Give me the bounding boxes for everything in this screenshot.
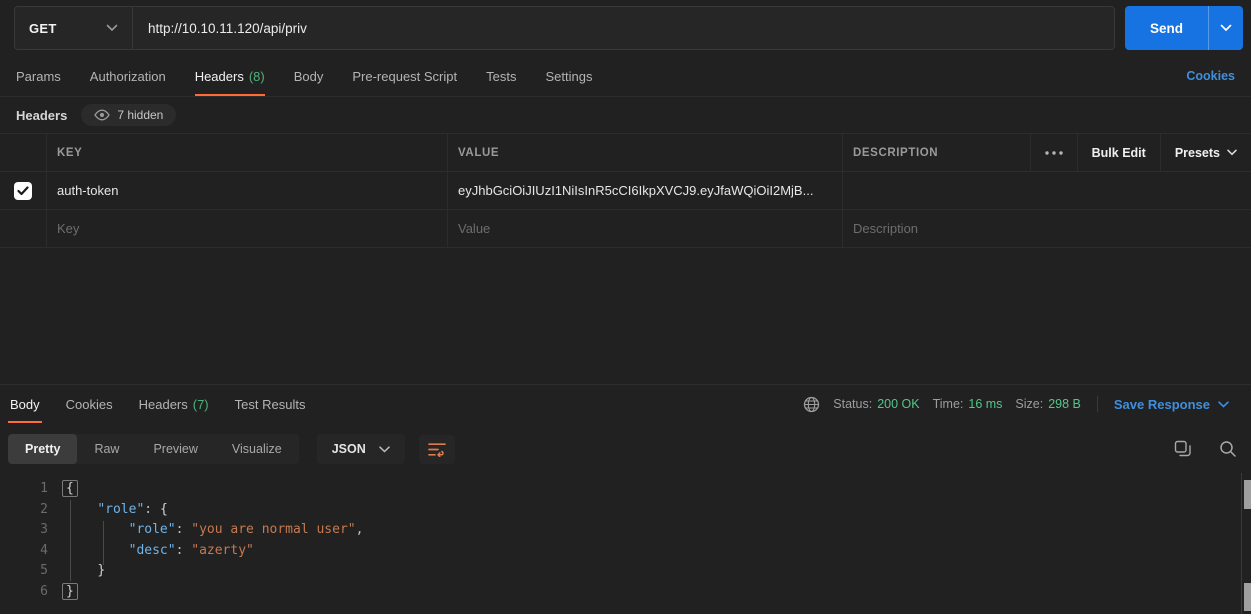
code-line: 3 "role": "you are normal user", <box>0 520 1251 541</box>
view-preview[interactable]: Preview <box>136 434 214 464</box>
copy-icon[interactable] <box>1174 440 1192 458</box>
method-label: GET <box>29 21 57 36</box>
scrollbar-track[interactable] <box>1241 473 1251 614</box>
select-all-cell <box>0 134 47 171</box>
url-box: GET http://10.10.11.120/api/priv <box>14 6 1115 50</box>
value-input[interactable]: Value <box>448 210 843 247</box>
column-key: KEY <box>47 134 448 171</box>
wrap-text-button[interactable] <box>419 435 455 464</box>
scrollbar-thumb[interactable] <box>1244 480 1251 509</box>
tab-params[interactable]: Params <box>16 56 61 96</box>
table-placeholder-row: Key Value Description <box>0 210 1251 248</box>
save-response-button[interactable]: Save Response <box>1114 397 1229 412</box>
table-header-row: KEY VALUE DESCRIPTION Bulk Edit Presets <box>0 134 1251 172</box>
header-description-cell[interactable] <box>843 172 1251 209</box>
fold-guide-line <box>70 500 71 581</box>
chevron-down-icon <box>106 24 118 32</box>
line-number: 4 <box>0 541 66 562</box>
response-tab-headers[interactable]: Headers (7) <box>137 385 211 423</box>
description-input[interactable]: Description <box>843 210 1251 247</box>
response-code: 1{2 "role": {3 "role": "you are normal u… <box>0 479 1251 602</box>
code-line: 6} <box>0 582 1251 603</box>
row-checkbox[interactable] <box>14 182 32 200</box>
key-input[interactable]: Key <box>47 210 448 247</box>
tab-pre-request-script[interactable]: Pre-request Script <box>352 56 457 96</box>
response-tab-cookies[interactable]: Cookies <box>64 385 115 423</box>
response-view-bar: Pretty Raw Preview Visualize JSON <box>0 423 1251 473</box>
code-line: 4 "desc": "azerty" <box>0 541 1251 562</box>
chevron-down-icon <box>1218 401 1229 408</box>
line-number: 5 <box>0 561 66 582</box>
hidden-headers-label: 7 hidden <box>117 108 163 122</box>
time-value: 16 ms <box>968 397 1002 411</box>
tab-settings[interactable]: Settings <box>545 56 592 96</box>
size-value: 298 B <box>1048 397 1081 411</box>
response-tab-body[interactable]: Body <box>8 385 42 423</box>
search-icon[interactable] <box>1219 440 1237 458</box>
tab-headers[interactable]: Headers (8) <box>195 56 265 96</box>
row-checkbox-cell-empty <box>0 210 47 247</box>
presets-button[interactable]: Presets <box>1160 134 1251 171</box>
column-value: VALUE <box>448 134 843 171</box>
cookies-link[interactable]: Cookies <box>1186 69 1235 83</box>
response-tab-test-results[interactable]: Test Results <box>233 385 308 423</box>
hidden-headers-toggle[interactable]: 7 hidden <box>81 104 176 126</box>
send-button[interactable]: Send <box>1125 6 1208 50</box>
wrap-text-icon <box>428 442 446 457</box>
network-globe-icon[interactable] <box>803 396 820 413</box>
tab-authorization[interactable]: Authorization <box>90 56 166 96</box>
code-line: 1{ <box>0 479 1251 500</box>
divider <box>1097 396 1098 412</box>
line-number: 6 <box>0 582 66 603</box>
url-input[interactable]: http://10.10.11.120/api/priv <box>133 7 1114 49</box>
response-meta: Status: 200 OK Time: 16 ms Size: 298 B S… <box>803 396 1243 413</box>
language-select[interactable]: JSON <box>317 434 405 464</box>
empty-area <box>0 248 1251 384</box>
response-toolbar-icons <box>1174 440 1237 458</box>
column-description: DESCRIPTION <box>843 134 1030 171</box>
request-url-bar: GET http://10.10.11.120/api/priv Send <box>0 0 1251 56</box>
line-number: 1 <box>0 479 66 500</box>
response-headers-count: (7) <box>193 397 209 412</box>
view-pretty[interactable]: Pretty <box>8 434 77 464</box>
line-number: 2 <box>0 500 66 521</box>
code-line: 5 } <box>0 561 1251 582</box>
row-checkbox-cell <box>0 172 47 209</box>
scrollbar-thumb-secondary[interactable] <box>1244 583 1251 611</box>
headers-subheader: Headers 7 hidden <box>0 97 1251 133</box>
line-number: 3 <box>0 520 66 541</box>
view-visualize[interactable]: Visualize <box>215 434 299 464</box>
time-indicator: Time: 16 ms <box>933 397 1003 411</box>
response-body-viewer[interactable]: 1{2 "role": {3 "role": "you are normal u… <box>0 473 1251 614</box>
send-group: Send <box>1125 6 1243 50</box>
bulk-edit-button[interactable]: Bulk Edit <box>1077 134 1160 171</box>
code-line: 2 "role": { <box>0 500 1251 521</box>
method-select[interactable]: GET <box>15 7 133 49</box>
headers-count: (8) <box>249 69 265 84</box>
table-row: auth-token eyJhbGciOiJIUzI1NiIsInR5cCI6I… <box>0 172 1251 210</box>
header-value-cell[interactable]: eyJhbGciOiJIUzI1NiIsInR5cCI6IkpXVCJ9.eyJ… <box>448 172 843 209</box>
send-options-button[interactable] <box>1208 6 1243 50</box>
chevron-down-icon <box>1227 149 1237 156</box>
size-indicator: Size: 298 B <box>1015 397 1080 411</box>
headers-title: Headers <box>16 108 67 123</box>
url-text: http://10.10.11.120/api/priv <box>148 21 307 36</box>
response-pane: Body Cookies Headers (7) Test Results St… <box>0 384 1251 614</box>
tab-tests[interactable]: Tests <box>486 56 516 96</box>
eye-icon <box>94 109 110 121</box>
tab-body[interactable]: Body <box>294 56 324 96</box>
request-tabs: Params Authorization Headers (8) Body Pr… <box>0 56 1251 97</box>
headers-table: KEY VALUE DESCRIPTION Bulk Edit Presets … <box>0 133 1251 248</box>
indent-guide-line <box>103 521 104 565</box>
view-mode-switcher: Pretty Raw Preview Visualize <box>8 434 299 464</box>
response-tabs: Body Cookies Headers (7) Test Results St… <box>0 385 1251 423</box>
status-value: 200 OK <box>877 397 919 411</box>
more-options-icon[interactable] <box>1030 134 1077 171</box>
view-raw[interactable]: Raw <box>77 434 136 464</box>
column-description-group: DESCRIPTION Bulk Edit Presets <box>843 134 1251 171</box>
header-key-cell[interactable]: auth-token <box>47 172 448 209</box>
chevron-down-icon <box>379 446 390 453</box>
status-indicator: Status: 200 OK <box>833 397 919 411</box>
